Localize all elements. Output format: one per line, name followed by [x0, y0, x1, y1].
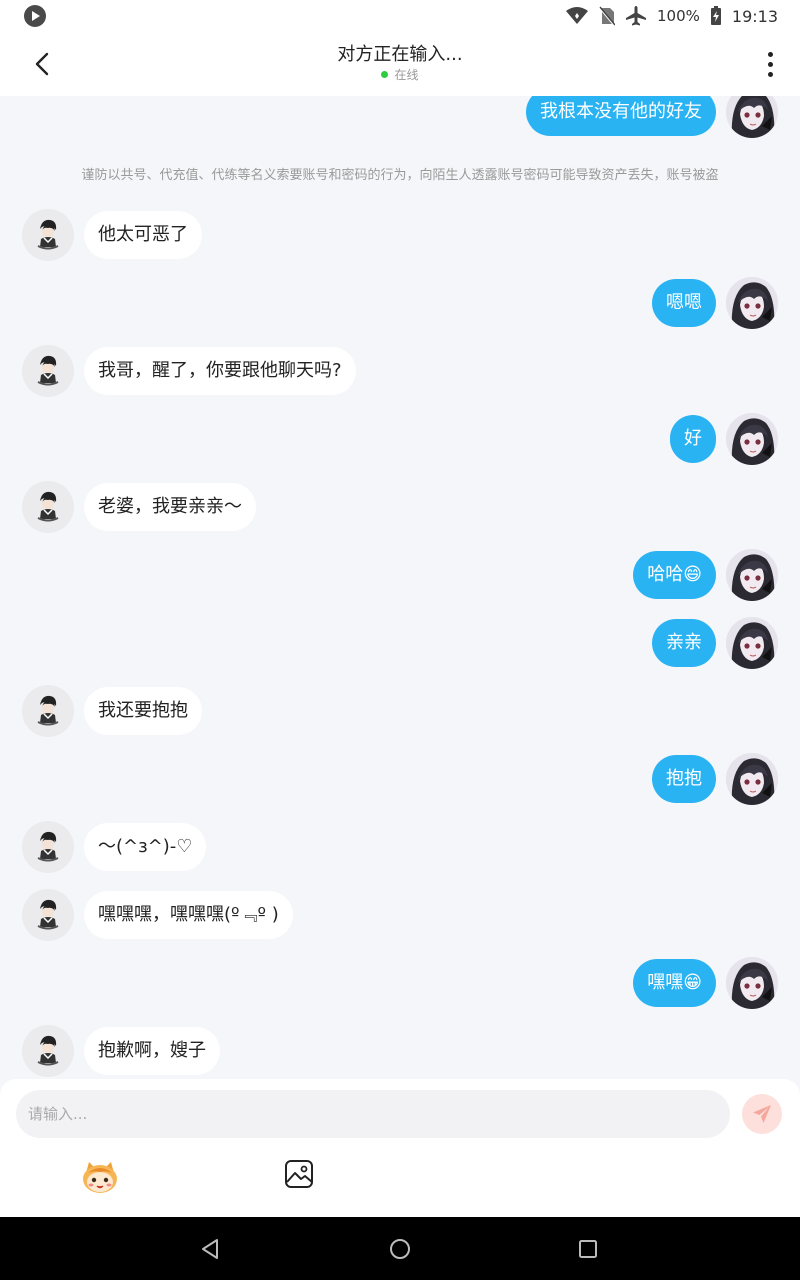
clock: 19:13: [731, 6, 778, 26]
nav-back-button[interactable]: [196, 1235, 224, 1263]
nav-back-icon: [202, 1239, 218, 1259]
my-avatar[interactable]: [726, 957, 778, 1009]
image-icon: [285, 1160, 313, 1188]
nav-home-button[interactable]: [386, 1235, 414, 1263]
my-avatar[interactable]: [726, 617, 778, 669]
input-bar: [0, 1079, 800, 1217]
online-status: 在线: [200, 67, 600, 83]
contact-avatar[interactable]: [22, 1025, 74, 1077]
contact-avatar[interactable]: [22, 209, 74, 261]
more-button[interactable]: [758, 48, 782, 80]
contact-avatar[interactable]: [22, 345, 74, 397]
received-message[interactable]: 我哥，醒了，你要跟他聊天吗?: [84, 347, 356, 395]
emoji-icon: [83, 1162, 117, 1193]
back-button[interactable]: [26, 48, 58, 80]
my-avatar[interactable]: [726, 753, 778, 805]
contact-avatar[interactable]: [22, 821, 74, 873]
my-avatar[interactable]: [726, 277, 778, 329]
received-message[interactable]: 他太可恶了: [84, 211, 202, 259]
safety-notice: 谨防以共号、代充值、代练等名义索要账号和密码的行为，向陌生人透露账号密码可能导致…: [81, 168, 719, 183]
battery-charging-icon: [710, 6, 721, 25]
my-avatar[interactable]: [726, 549, 778, 601]
contact-avatar[interactable]: [22, 889, 74, 941]
sent-message[interactable]: 好: [670, 415, 716, 463]
online-dot-icon: [381, 71, 389, 78]
sent-message[interactable]: 我根本没有他的好友: [526, 96, 716, 136]
wifi-icon: [566, 7, 588, 24]
received-message[interactable]: 我还要抱抱: [84, 687, 202, 735]
online-status-label: 在线: [394, 68, 419, 82]
battery-percent: 100%: [657, 7, 700, 25]
app-notification-icon: [24, 5, 46, 27]
sent-message[interactable]: 抱抱: [652, 755, 716, 803]
emoji-button[interactable]: [80, 1159, 120, 1195]
my-avatar[interactable]: [726, 413, 778, 465]
sent-message[interactable]: 哈哈😄: [633, 551, 716, 599]
received-message[interactable]: 老婆，我要亲亲～: [84, 483, 256, 531]
received-message[interactable]: 抱歉啊，嫂子: [84, 1027, 220, 1075]
nav-recents-icon: [579, 1240, 597, 1258]
nav-recents-button[interactable]: [574, 1235, 602, 1263]
status-bar: 100% 19:13: [0, 0, 800, 32]
send-icon: [753, 1105, 771, 1123]
sent-message[interactable]: 亲亲: [652, 619, 716, 667]
no-sim-icon: [599, 6, 615, 26]
received-message[interactable]: 嘿嘿嘿，嘿嘿嘿(º﹃º ): [84, 891, 293, 939]
sent-message[interactable]: 嘿嘿😁: [633, 959, 716, 1007]
back-arrow-icon: [35, 52, 49, 76]
contact-avatar[interactable]: [22, 481, 74, 533]
chat-title: 对方正在输入...: [337, 44, 463, 65]
chat-header: 对方正在输入... 在线: [0, 32, 800, 96]
contact-avatar[interactable]: [22, 685, 74, 737]
nav-home-icon: [390, 1239, 410, 1259]
message-input[interactable]: [16, 1090, 730, 1138]
my-avatar[interactable]: [726, 96, 778, 138]
image-button[interactable]: [284, 1159, 316, 1191]
airplane-mode-icon: [626, 6, 646, 26]
received-message[interactable]: ～(^з^)-♡: [84, 823, 207, 871]
sent-message[interactable]: 嗯嗯: [652, 279, 716, 327]
send-button[interactable]: [742, 1094, 782, 1134]
system-nav-bar: [0, 1217, 800, 1280]
more-vertical-icon: [767, 51, 773, 57]
message-list[interactable]: 谨防以共号、代充值、代练等名义索要账号和密码的行为，向陌生人透露账号密码可能导致…: [0, 96, 800, 1079]
